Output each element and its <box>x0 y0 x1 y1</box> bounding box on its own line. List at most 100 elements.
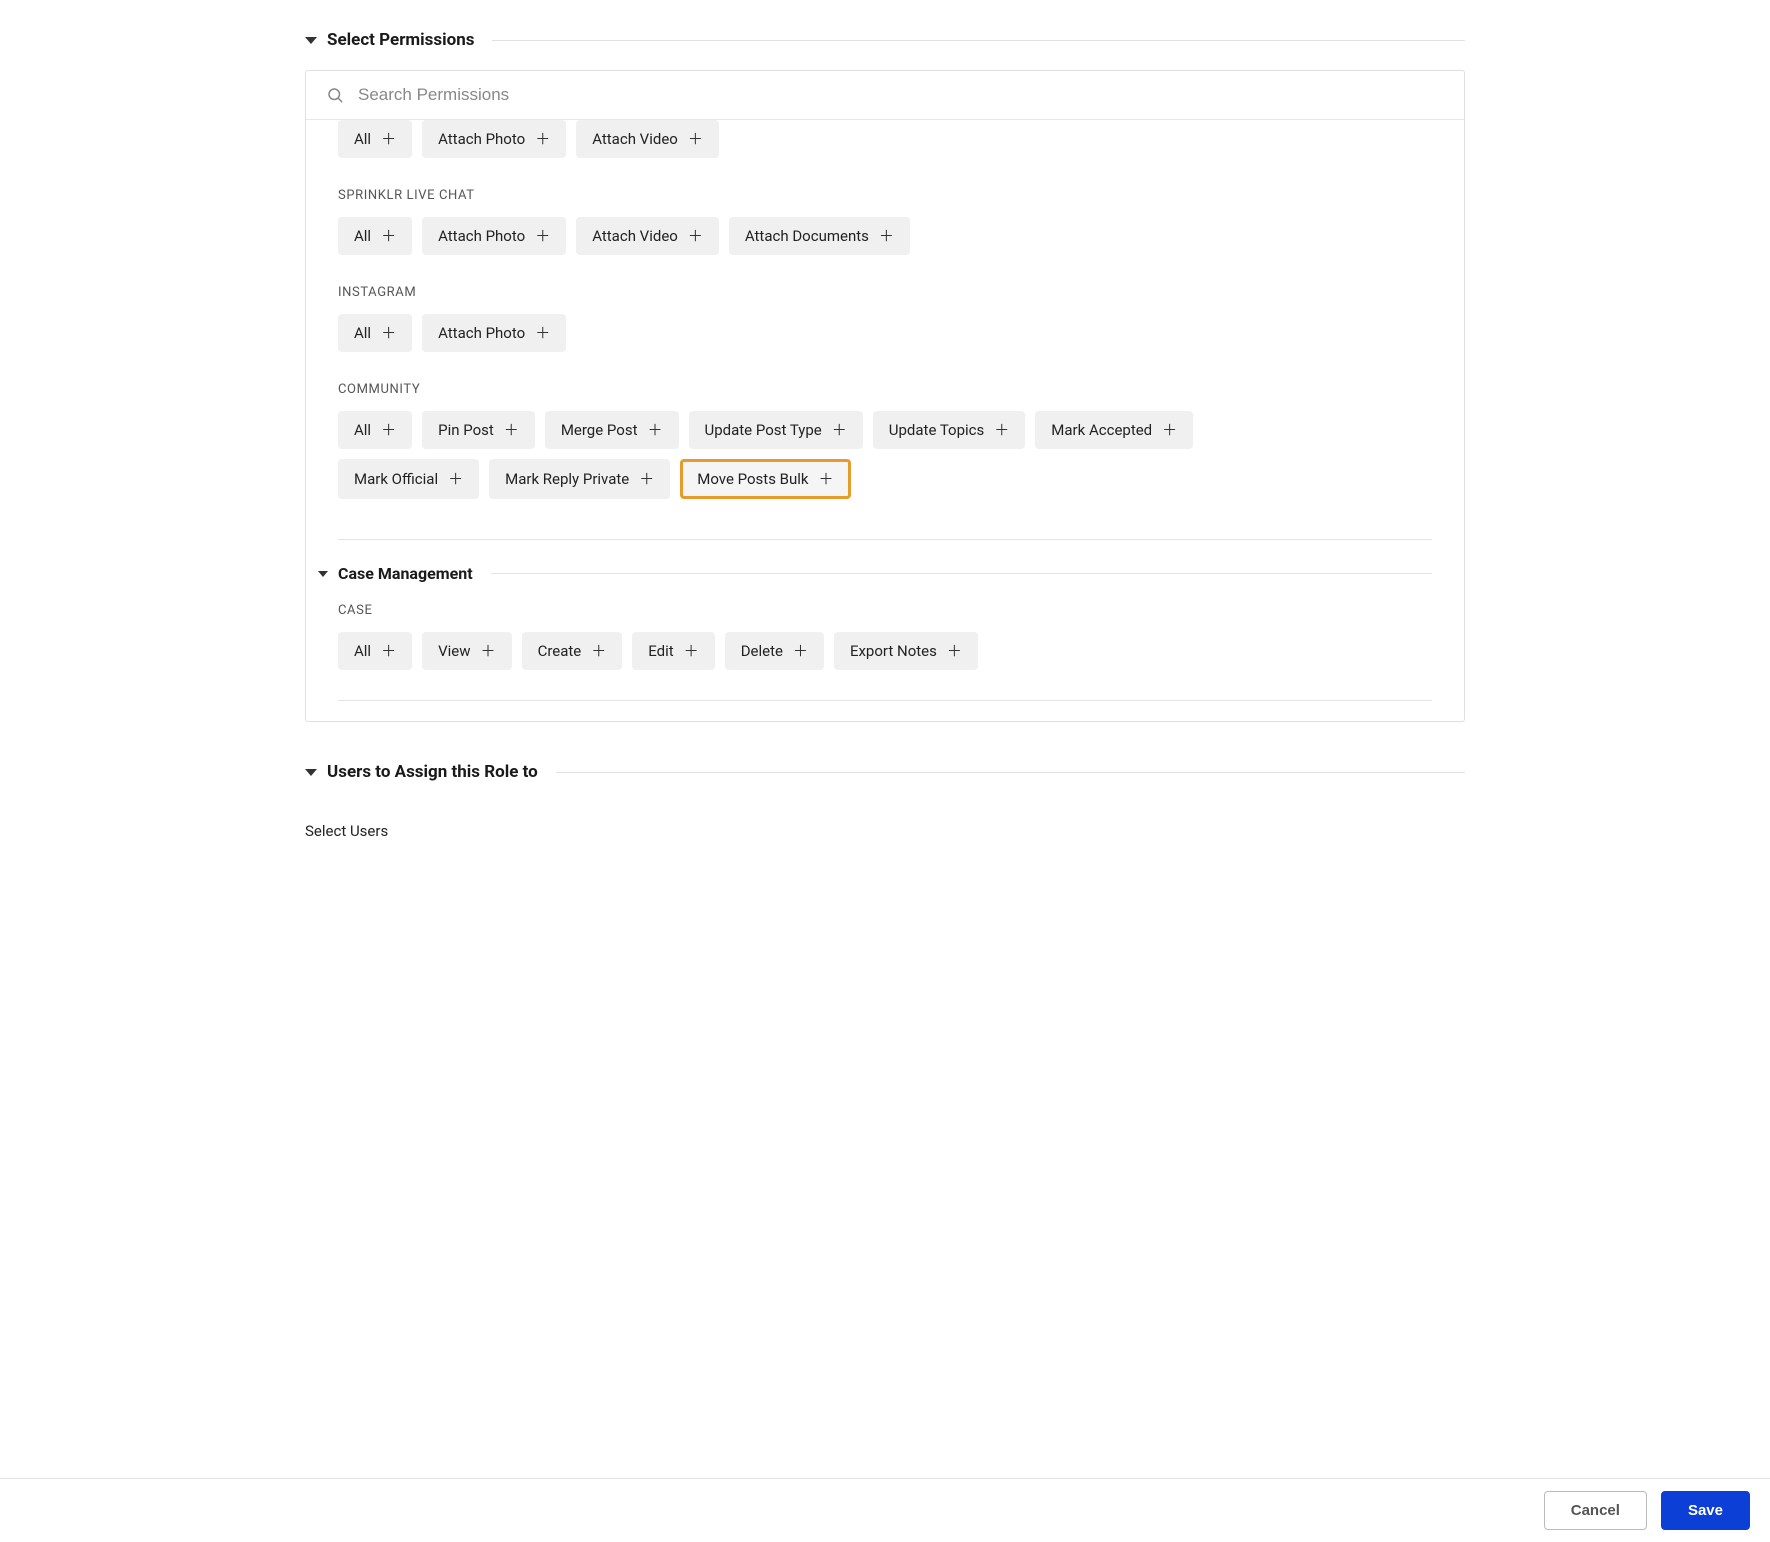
permission-chip-export-notes[interactable]: Export Notes ＋ <box>834 632 978 670</box>
footer-bar: Cancel Save <box>0 1478 1770 1542</box>
header-divider <box>491 573 1432 574</box>
plus-icon: ＋ <box>819 472 834 487</box>
chip-label: Create <box>538 642 582 660</box>
chip-label: Edit <box>648 642 673 660</box>
chip-label: Attach Photo <box>438 227 525 245</box>
chip-group-case: All ＋ View ＋ Create ＋ Edit ＋ Delete ＋ <box>338 632 1432 670</box>
search-input[interactable] <box>358 85 1444 105</box>
plus-icon: ＋ <box>639 472 654 487</box>
plus-icon: ＋ <box>448 472 463 487</box>
group-label-case: CASE <box>338 603 1432 618</box>
group-label-instagram: INSTAGRAM <box>338 285 1432 300</box>
search-row <box>306 71 1464 120</box>
header-divider <box>492 40 1465 41</box>
plus-icon: ＋ <box>535 132 550 147</box>
chip-label: Move Posts Bulk <box>697 470 808 488</box>
caret-down-icon <box>305 37 317 44</box>
cancel-button[interactable]: Cancel <box>1544 1491 1647 1530</box>
chip-label: Attach Documents <box>745 227 869 245</box>
permission-chip-create[interactable]: Create ＋ <box>522 632 623 670</box>
chip-label: Update Topics <box>889 421 985 439</box>
section-title: Select Permissions <box>327 30 474 50</box>
header-divider <box>556 772 1465 773</box>
plus-icon: ＋ <box>879 229 894 244</box>
plus-icon: ＋ <box>684 644 699 659</box>
permission-chip-all[interactable]: All ＋ <box>338 314 412 352</box>
permission-chip-mark-accepted[interactable]: Mark Accepted ＋ <box>1035 411 1193 449</box>
plus-icon: ＋ <box>947 644 962 659</box>
plus-icon: ＋ <box>994 423 1009 438</box>
chip-label: Mark Official <box>354 470 438 488</box>
save-button[interactable]: Save <box>1661 1491 1750 1530</box>
plus-icon: ＋ <box>381 326 396 341</box>
search-icon <box>326 86 344 104</box>
permission-chip-move-posts-bulk[interactable]: Move Posts Bulk ＋ <box>680 459 850 499</box>
chip-label: Pin Post <box>438 421 494 439</box>
chip-label: Merge Post <box>561 421 638 439</box>
permission-chip-attach-photo[interactable]: Attach Photo ＋ <box>422 217 566 255</box>
plus-icon: ＋ <box>535 229 550 244</box>
plus-icon: ＋ <box>688 132 703 147</box>
permission-chip-view[interactable]: View ＋ <box>422 632 511 670</box>
plus-icon: ＋ <box>535 326 550 341</box>
permission-chip-attach-photo[interactable]: Attach Photo ＋ <box>422 120 566 158</box>
divider <box>338 700 1432 701</box>
permission-chip-all[interactable]: All ＋ <box>338 411 412 449</box>
plus-icon: ＋ <box>688 229 703 244</box>
permission-chip-attach-documents[interactable]: Attach Documents ＋ <box>729 217 910 255</box>
permission-chip-all[interactable]: All ＋ <box>338 120 412 158</box>
select-users-label: Select Users <box>305 822 1465 840</box>
chip-label: All <box>354 421 371 439</box>
permission-chip-pin-post[interactable]: Pin Post ＋ <box>422 411 535 449</box>
permission-chip-attach-video[interactable]: Attach Video ＋ <box>576 120 719 158</box>
permissions-container: All ＋ Attach Photo ＋ Attach Video ＋ SPRI… <box>305 70 1465 722</box>
permission-chip-update-post-type[interactable]: Update Post Type ＋ <box>689 411 863 449</box>
chip-label: Mark Accepted <box>1051 421 1152 439</box>
chip-label: All <box>354 324 371 342</box>
permission-chip-all[interactable]: All ＋ <box>338 632 412 670</box>
subsection-header-case-management[interactable]: Case Management <box>318 564 1432 583</box>
permission-chip-attach-video[interactable]: Attach Video ＋ <box>576 217 719 255</box>
chip-label: Attach Video <box>592 227 678 245</box>
group-label-community: COMMUNITY <box>338 382 1432 397</box>
chip-label: Export Notes <box>850 642 937 660</box>
caret-down-icon <box>318 571 328 577</box>
chip-label: Delete <box>741 642 783 660</box>
plus-icon: ＋ <box>381 132 396 147</box>
chip-label: Attach Video <box>592 130 678 148</box>
plus-icon: ＋ <box>381 423 396 438</box>
section-title: Users to Assign this Role to <box>327 762 538 782</box>
chip-label: All <box>354 642 371 660</box>
plus-icon: ＋ <box>381 644 396 659</box>
plus-icon: ＋ <box>647 423 662 438</box>
plus-icon: ＋ <box>504 423 519 438</box>
chip-label: All <box>354 227 371 245</box>
chip-group-community-row1: All ＋ Pin Post ＋ Merge Post ＋ Update Pos… <box>338 411 1432 449</box>
chip-group-community-row2: Mark Official ＋ Mark Reply Private ＋ Mov… <box>338 459 1432 499</box>
plus-icon: ＋ <box>1162 423 1177 438</box>
chip-label: All <box>354 130 371 148</box>
permission-chip-mark-official[interactable]: Mark Official ＋ <box>338 459 479 499</box>
chip-group-top: All ＋ Attach Photo ＋ Attach Video ＋ <box>338 120 1432 158</box>
permission-chip-delete[interactable]: Delete ＋ <box>725 632 824 670</box>
permission-chip-merge-post[interactable]: Merge Post ＋ <box>545 411 679 449</box>
permissions-body: All ＋ Attach Photo ＋ Attach Video ＋ SPRI… <box>306 120 1464 721</box>
subsection-title: Case Management <box>338 564 473 583</box>
plus-icon: ＋ <box>793 644 808 659</box>
permission-chip-attach-photo[interactable]: Attach Photo ＋ <box>422 314 566 352</box>
plus-icon: ＋ <box>832 423 847 438</box>
chip-label: Mark Reply Private <box>505 470 629 488</box>
permission-chip-mark-reply-private[interactable]: Mark Reply Private ＋ <box>489 459 670 499</box>
section-header-select-permissions[interactable]: Select Permissions <box>305 30 1465 50</box>
permission-chip-edit[interactable]: Edit ＋ <box>632 632 714 670</box>
group-label-sprinklr: SPRINKLR LIVE CHAT <box>338 188 1432 203</box>
chip-label: Update Post Type <box>705 421 822 439</box>
plus-icon: ＋ <box>591 644 606 659</box>
plus-icon: ＋ <box>381 229 396 244</box>
chip-group-sprinklr: All ＋ Attach Photo ＋ Attach Video ＋ Atta… <box>338 217 1432 255</box>
caret-down-icon <box>305 769 317 776</box>
permission-chip-update-topics[interactable]: Update Topics ＋ <box>873 411 1026 449</box>
permission-chip-all[interactable]: All ＋ <box>338 217 412 255</box>
section-header-users-assign[interactable]: Users to Assign this Role to <box>305 762 1465 782</box>
divider <box>338 539 1432 540</box>
